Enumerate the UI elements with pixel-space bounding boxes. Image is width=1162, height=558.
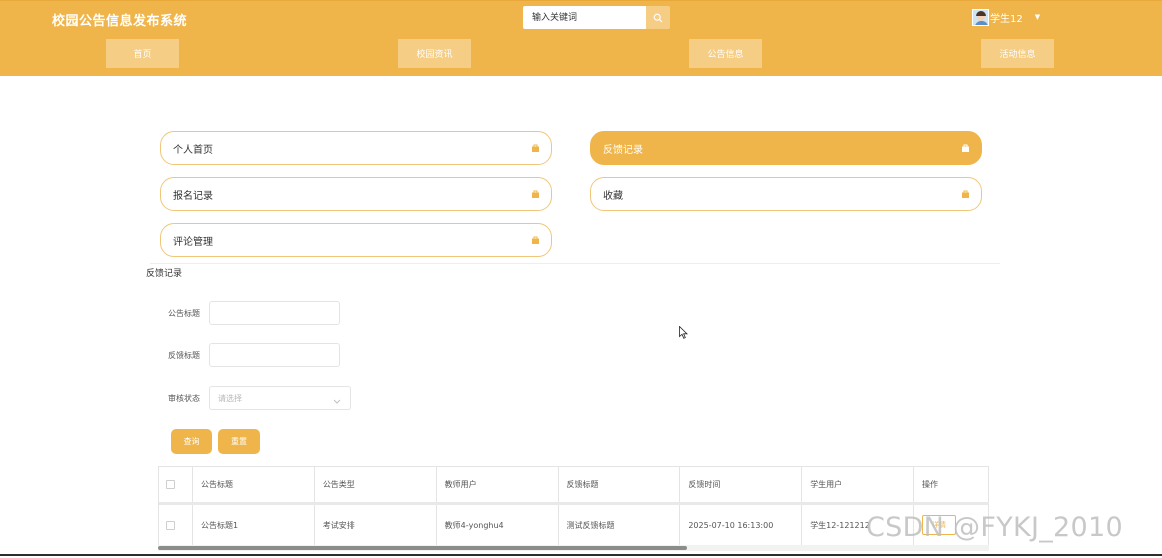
nav-announcements[interactable]: 公告信息: [689, 39, 762, 68]
nav-home[interactable]: 首页: [106, 39, 179, 68]
column-header: 教师用户: [437, 467, 559, 502]
menu-comment-management[interactable]: 评论管理: [160, 223, 552, 257]
menu-favorites[interactable]: 收藏: [590, 177, 982, 211]
watermark: CSDN @FYKJ_2010: [866, 512, 1123, 543]
bag-icon: [962, 144, 969, 152]
menu-feedback-records[interactable]: 反馈记录: [590, 131, 982, 165]
bottom-border: [0, 554, 1162, 556]
menu-label: 收藏: [603, 190, 623, 202]
nav-campus-news[interactable]: 校园资讯: [398, 39, 471, 68]
column-header: 学生用户: [802, 467, 915, 502]
section-title: 反馈记录: [146, 269, 183, 279]
bag-icon: [532, 144, 539, 152]
user-menu[interactable]: 学生12 ▼: [972, 8, 1040, 26]
row-checkbox[interactable]: [166, 520, 175, 530]
menu-label: 反馈记录: [603, 144, 643, 156]
status-label: 审核状态: [168, 394, 200, 403]
feedback-title-input[interactable]: [209, 343, 340, 367]
scrollbar-thumb[interactable]: [158, 546, 687, 550]
menu-label: 个人首页: [173, 144, 213, 156]
table-cell: 公告标题1: [192, 505, 315, 546]
nav-activities[interactable]: 活动信息: [981, 39, 1054, 68]
bag-icon: [532, 236, 539, 244]
bag-icon: [532, 190, 539, 198]
column-header: 操作: [914, 467, 989, 502]
table-cell: 考试安排: [314, 505, 437, 546]
table-cell: 教师4-yonghu4: [436, 505, 559, 546]
column-header: 公告标题: [193, 467, 315, 502]
title-input[interactable]: [209, 301, 340, 325]
menu-registration-records[interactable]: 报名记录: [160, 177, 552, 211]
query-button[interactable]: 查询: [171, 429, 212, 454]
table-cell: 测试反馈标题: [558, 505, 681, 546]
table-cell: 2025-07-10 16:13:00: [680, 505, 803, 546]
mouse-cursor-icon: [679, 324, 688, 343]
search-icon: [653, 8, 663, 27]
menu-label: 评论管理: [173, 236, 213, 248]
chevron-down-icon: [333, 389, 341, 408]
column-header: 反馈标题: [559, 467, 681, 502]
bag-icon: [962, 190, 969, 198]
site-title: 校园公告信息发布系统: [52, 14, 188, 29]
title-label: 公告标题: [168, 309, 200, 318]
username: 学生12: [990, 13, 1023, 25]
select-all-checkbox[interactable]: [166, 480, 175, 489]
status-placeholder: 请选择: [218, 393, 242, 403]
select-all-cell: [159, 467, 193, 502]
chevron-down-icon: ▼: [1034, 13, 1041, 21]
menu-label: 报名记录: [173, 190, 213, 202]
feedback-title-label: 反馈标题: [168, 351, 200, 360]
feedback-table: 公告标题 公告类型 教师用户 反馈标题 反馈时间 学生用户 操作 公告标题1 考…: [158, 466, 989, 546]
page: 校园公告信息发布系统 学生12 ▼ 首页 校园资讯 公告信息 活动信息 个人首页…: [0, 0, 1162, 558]
table-header-row: 公告标题 公告类型 教师用户 反馈标题 反馈时间 学生用户 操作: [159, 467, 989, 505]
status-select[interactable]: 请选择: [209, 386, 351, 410]
divider: [150, 263, 1000, 264]
horizontal-scrollbar[interactable]: [158, 545, 989, 551]
search-input[interactable]: [523, 6, 646, 29]
column-header: 公告类型: [315, 467, 437, 502]
header-bar: 校园公告信息发布系统 学生12 ▼ 首页 校园资讯 公告信息 活动信息: [0, 0, 1162, 76]
menu-personal-home[interactable]: 个人首页: [160, 131, 552, 165]
search-button[interactable]: [646, 6, 670, 29]
reset-button[interactable]: 重置: [218, 429, 260, 454]
table-row: 公告标题1 考试安排 教师4-yonghu4 测试反馈标题 2025-07-10…: [159, 505, 989, 546]
avatar: [972, 8, 989, 26]
column-header: 反馈时间: [680, 467, 803, 502]
row-select-cell: [159, 505, 193, 546]
